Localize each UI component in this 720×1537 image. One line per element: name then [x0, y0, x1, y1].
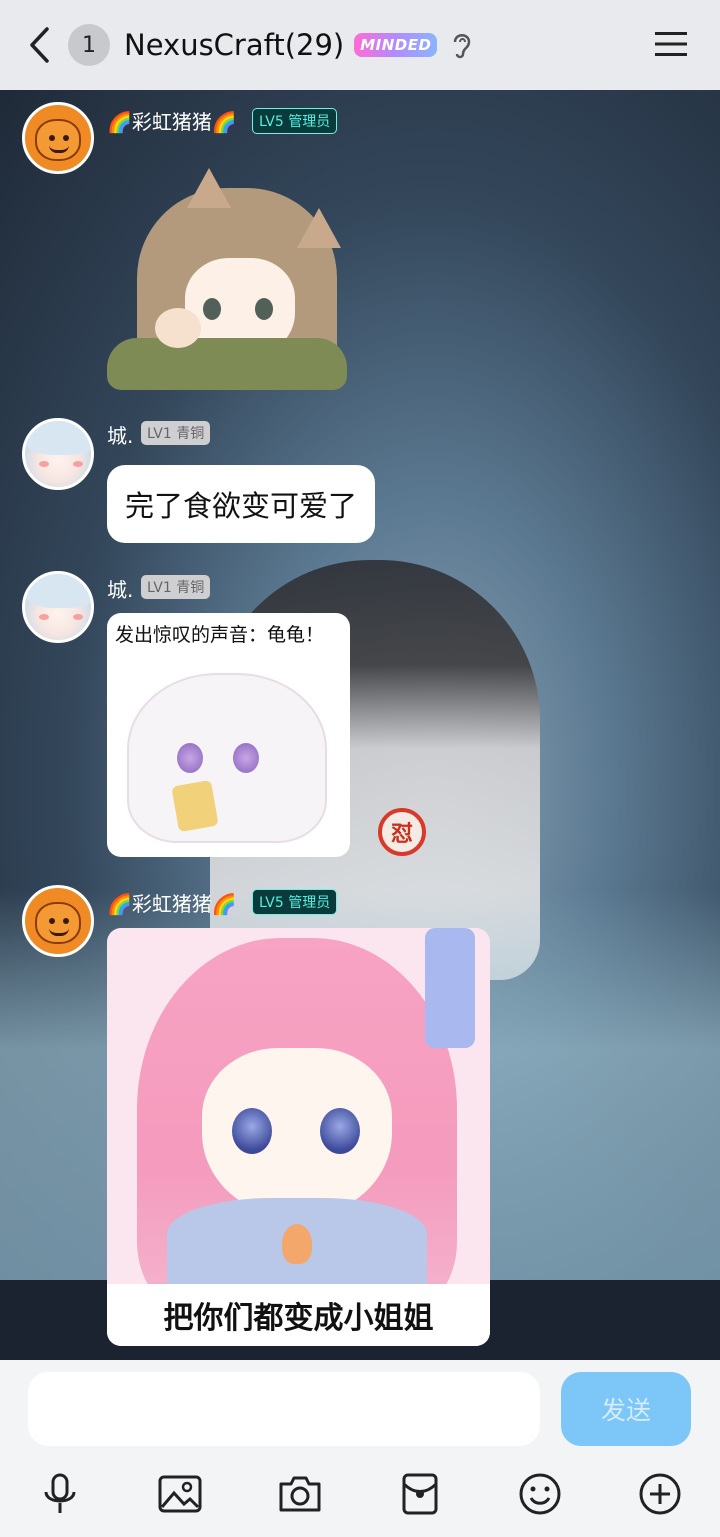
message-bubble[interactable]: 完了食欲变可爱了 — [107, 465, 376, 543]
stamp-icon: 怼 — [378, 808, 426, 856]
plus-icon[interactable] — [636, 1470, 684, 1518]
minded-badge: MINDED — [354, 33, 438, 57]
sticker-image[interactable]: 把你们都变成小姐姐 — [107, 928, 490, 1346]
sticker-image[interactable]: 发出惊叹的声音：龟龟！ — [107, 613, 350, 857]
sender-name[interactable]: 城. — [107, 574, 133, 603]
ear-icon[interactable] — [451, 30, 473, 60]
chat-message-list[interactable]: 怼 🌈彩虹猪猪🌈 LV5 管理员 城. LV1 青铜 完了食欲变可爱了 城. L… — [0, 90, 720, 1360]
image-icon[interactable] — [156, 1470, 204, 1518]
hamburger-menu-icon[interactable] — [654, 30, 688, 58]
microphone-icon[interactable] — [36, 1470, 84, 1518]
message-input[interactable] — [28, 1372, 540, 1446]
sender-name[interactable]: 🌈彩虹猪猪🌈 — [107, 106, 237, 135]
camera-icon[interactable] — [276, 1470, 324, 1518]
composer-toolbar — [0, 1465, 720, 1525]
level-badge: LV1 青铜 — [141, 421, 211, 445]
sticker-caption: 把你们都变成小姐姐 — [107, 1284, 490, 1346]
send-button[interactable]: 发送 — [561, 1372, 691, 1446]
group-title[interactable]: NexusCraft(29) — [124, 28, 344, 62]
emoji-icon[interactable] — [516, 1470, 564, 1518]
red-packet-icon[interactable] — [396, 1470, 444, 1518]
chevron-left-icon[interactable] — [24, 25, 54, 65]
message-composer: 发送 — [0, 1360, 720, 1537]
sender-avatar[interactable] — [22, 102, 94, 174]
level-badge: LV5 管理员 — [252, 108, 338, 134]
chat-header: 1 NexusCraft(29) MINDED — [0, 0, 720, 90]
sender-name[interactable]: 城. — [107, 420, 133, 449]
sender-avatar[interactable] — [22, 885, 94, 957]
level-badge: LV5 管理员 — [252, 889, 338, 915]
sender-avatar[interactable] — [22, 418, 94, 490]
level-badge: LV1 青铜 — [141, 575, 211, 599]
sender-avatar[interactable] — [22, 571, 94, 643]
sender-name[interactable]: 🌈彩虹猪猪🌈 — [107, 888, 237, 917]
sticker-image[interactable] — [107, 168, 347, 390]
unread-count-badge[interactable]: 1 — [68, 24, 110, 66]
sticker-caption: 发出惊叹的声音：龟龟！ — [115, 624, 325, 646]
